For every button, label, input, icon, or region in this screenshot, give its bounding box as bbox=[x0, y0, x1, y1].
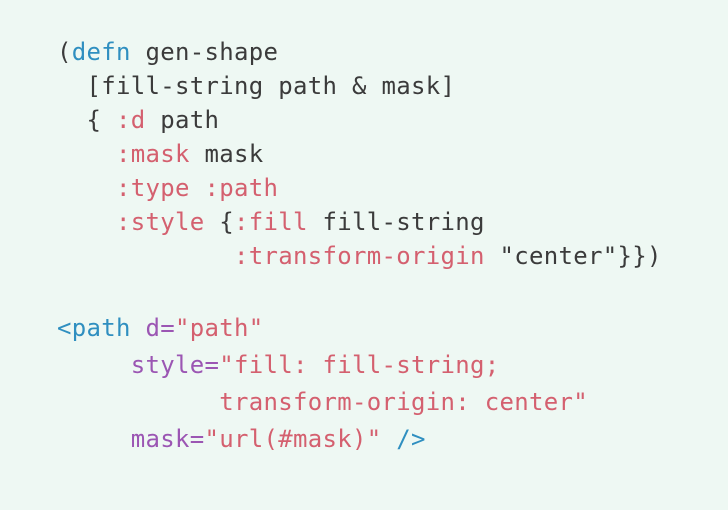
code-line: { :d path bbox=[57, 103, 662, 137]
code-token: { bbox=[204, 208, 234, 236]
code-line: :transform-origin "center"}}) bbox=[57, 239, 662, 273]
code-line: :mask mask bbox=[57, 137, 662, 171]
code-line: <path d="path" bbox=[57, 310, 588, 347]
code-token: "center"}}) bbox=[484, 242, 662, 270]
code-token: fill-string bbox=[307, 208, 485, 236]
code-token: :fill bbox=[234, 208, 308, 236]
code-token: "fill: fill-string; bbox=[219, 351, 500, 379]
code-line: transform-origin: center" bbox=[57, 384, 588, 421]
code-token: :d bbox=[116, 106, 146, 134]
code-line: mask="url(#mask)" /> bbox=[57, 421, 588, 458]
code-token: d= bbox=[145, 314, 175, 342]
code-token: mask= bbox=[130, 425, 205, 453]
code-token: :type :path bbox=[116, 174, 279, 202]
code-token: :mask bbox=[116, 140, 190, 168]
code-token: mask bbox=[189, 140, 264, 168]
code-line: (defn gen-shape bbox=[57, 35, 662, 69]
code-line: [fill-string path & mask] bbox=[57, 69, 662, 103]
code-line: :style {:fill fill-string bbox=[57, 205, 662, 239]
code-token: { bbox=[57, 106, 116, 134]
slide: (defn gen-shape [fill-string path & mask… bbox=[0, 0, 728, 510]
code-token: :style bbox=[116, 208, 205, 236]
code-token: :transform-origin bbox=[234, 242, 485, 270]
code-token: "path" bbox=[175, 314, 264, 342]
clojure-code-block: (defn gen-shape [fill-string path & mask… bbox=[57, 35, 662, 273]
code-token: ( bbox=[57, 38, 72, 66]
code-line: :type :path bbox=[57, 171, 662, 205]
code-token: transform-origin: center" bbox=[219, 388, 588, 416]
code-line: style="fill: fill-string; bbox=[57, 347, 588, 384]
code-token: <path bbox=[57, 314, 131, 342]
code-token: /> bbox=[381, 425, 426, 453]
code-token: [fill-string path & mask] bbox=[57, 72, 456, 100]
code-token: style= bbox=[130, 351, 220, 379]
code-token: gen-shape bbox=[130, 38, 279, 66]
html-code-block: <path d="path" style="fill: fill-string;… bbox=[57, 310, 588, 458]
code-token: path bbox=[145, 106, 220, 134]
code-token: "url(#mask)" bbox=[204, 425, 382, 453]
code-token: defn bbox=[71, 38, 131, 66]
